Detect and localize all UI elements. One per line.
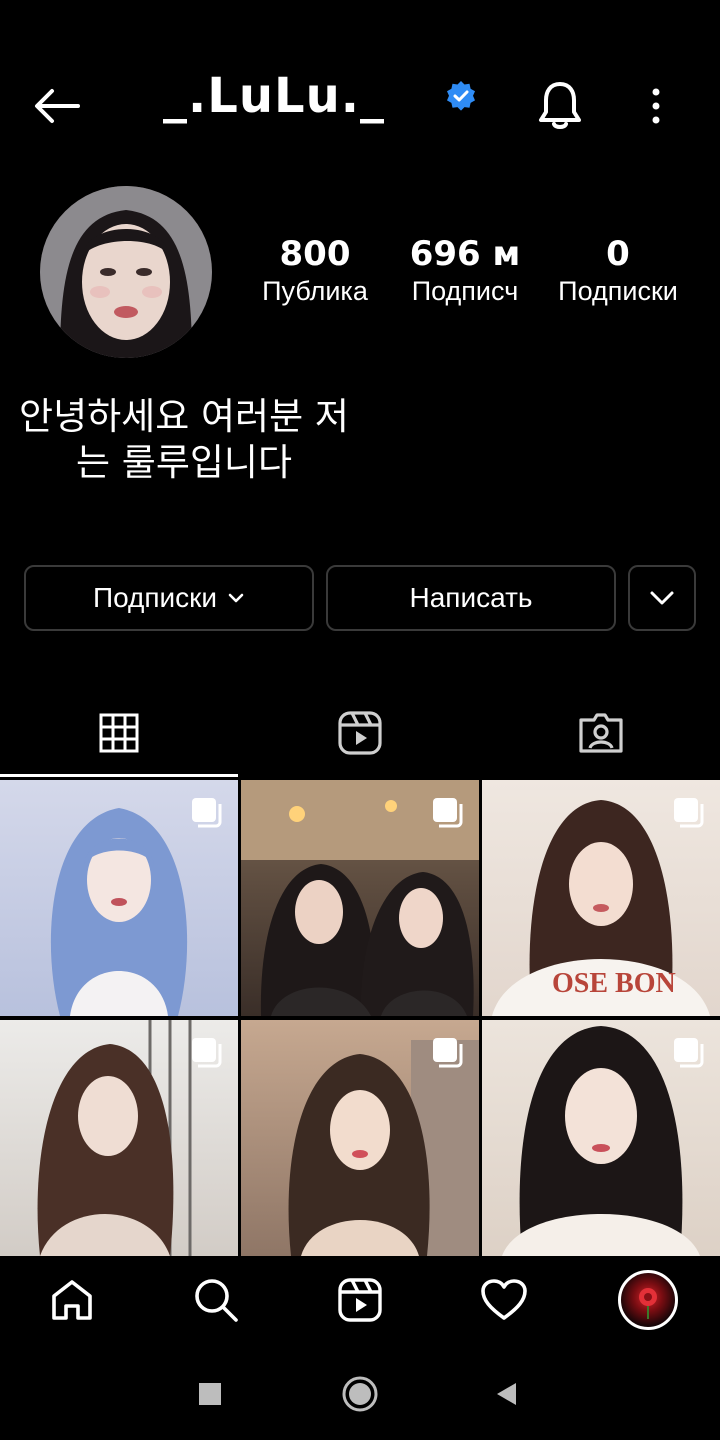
following-button[interactable]: Подписки [24,565,314,631]
stat-posts-value: 800 [279,234,351,274]
heart-icon [481,1279,527,1320]
profile-username: _.LuLu._ [163,68,385,124]
bio-line-1: 안녕하세요 여러분 저 [19,395,349,438]
back-triangle-icon [497,1383,516,1405]
profile-tabs [0,690,720,778]
notifications-button[interactable] [536,80,584,132]
home-icon [52,1280,92,1320]
nav-search[interactable] [186,1274,246,1326]
nav-activity[interactable] [474,1274,534,1326]
tab-posts-grid[interactable] [0,690,238,776]
home-circle-icon [342,1376,378,1412]
posts-grid: OSE BON [0,780,720,1256]
tagged-icon [579,713,623,753]
stat-following[interactable]: 0 Подписки [546,232,690,306]
carousel-icon [433,1038,463,1068]
stat-followers-value: 696 м [409,234,521,274]
system-home-button[interactable] [338,1372,382,1416]
top-bar: _.LuLu._ [0,60,720,150]
chevron-down-icon [650,591,674,605]
post-thumbnail[interactable] [0,1020,238,1256]
tab-reels[interactable] [241,690,479,776]
grid-icon [99,713,139,753]
nav-reels[interactable] [330,1274,390,1326]
stat-following-label: Подписки [558,276,678,306]
bio-line-2: 는 룰루입니다 [75,441,292,484]
stat-followers[interactable]: 696 м Подписч [402,232,528,306]
stat-followers-label: Подписч [411,276,519,306]
suggested-accounts-button[interactable] [628,565,696,631]
reels-icon [338,1278,382,1322]
carousel-icon [192,1038,222,1068]
back-button[interactable] [26,82,86,130]
avatar-photo [40,186,212,358]
more-vertical-icon [652,88,660,124]
active-tab-indicator [0,774,238,777]
system-back-button[interactable] [484,1372,528,1416]
message-button[interactable]: Написать [326,565,616,631]
more-options-button[interactable] [640,84,672,128]
tab-tagged[interactable] [482,690,720,776]
carousel-icon [192,798,222,828]
nav-home[interactable] [42,1274,102,1326]
arrow-left-icon [35,89,80,123]
system-navigation-bar [0,1346,720,1440]
post-thumbnail[interactable]: OSE BON [482,780,720,1016]
bottom-navigation [0,1256,720,1346]
message-button-label: Написать [409,582,533,613]
carousel-icon [674,798,704,828]
reels-icon [338,711,382,755]
stat-posts-label: Публика [262,276,368,306]
post-thumbnail[interactable] [241,1020,479,1256]
search-icon [195,1279,238,1322]
chevron-down-icon [227,592,245,604]
stat-posts[interactable]: 800 Публика [252,232,378,306]
bell-icon [539,82,581,129]
following-button-label: Подписки [92,582,218,613]
recent-apps-icon [199,1383,221,1405]
profile-avatar[interactable] [40,186,212,358]
profile-bio: 안녕하세요 여러분 저 는 룰루입니다 [0,394,368,486]
rose-icon [639,1288,657,1319]
stat-following-value: 0 [606,234,630,274]
nav-profile-avatar[interactable] [618,1270,678,1330]
post-thumbnail[interactable] [241,780,479,1016]
post-thumbnail[interactable] [482,1020,720,1256]
carousel-icon [433,798,463,828]
post-thumbnail[interactable] [0,780,238,1016]
recent-apps-button[interactable] [188,1372,232,1416]
carousel-icon [674,1038,704,1068]
verified-badge-icon [447,81,475,111]
svg-text:OSE BON: OSE BON [552,968,676,999]
